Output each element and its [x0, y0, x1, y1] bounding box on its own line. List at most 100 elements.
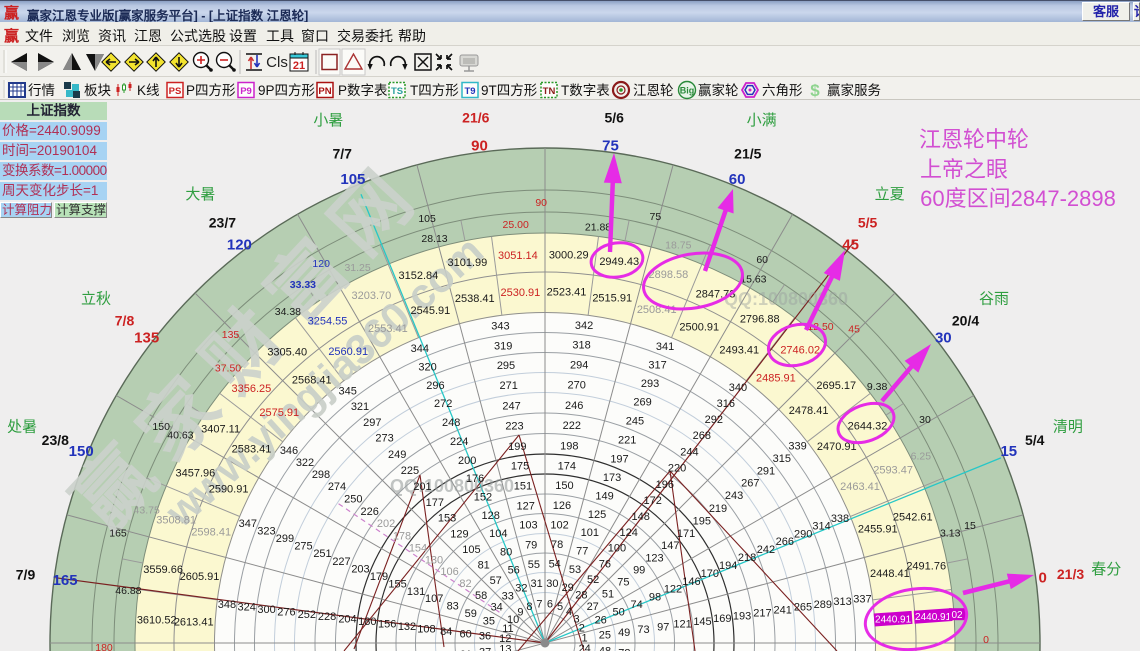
- svg-text:P数字表: P数字表: [338, 83, 388, 98]
- svg-text:26: 26: [595, 614, 607, 626]
- svg-text:180: 180: [358, 616, 376, 628]
- svg-text:150: 150: [152, 421, 170, 433]
- svg-text:31: 31: [530, 578, 542, 590]
- svg-text:54: 54: [549, 559, 561, 571]
- svg-text:226: 226: [361, 506, 379, 518]
- svg-text:300: 300: [257, 604, 275, 616]
- svg-text:324: 324: [238, 601, 256, 613]
- svg-text:149: 149: [595, 491, 613, 503]
- svg-text:194: 194: [719, 560, 737, 572]
- svg-text:252: 252: [298, 609, 316, 621]
- svg-text:2440.91: 2440.91: [875, 615, 912, 626]
- svg-text:3305.40: 3305.40: [267, 347, 307, 359]
- svg-text:153: 153: [438, 513, 456, 525]
- svg-text:299: 299: [276, 533, 294, 545]
- svg-text:2478.41: 2478.41: [789, 405, 829, 417]
- svg-text:154: 154: [409, 542, 427, 554]
- svg-text:32: 32: [515, 582, 527, 594]
- svg-text:202: 202: [377, 518, 395, 530]
- svg-text:立夏: 立夏: [875, 186, 905, 203]
- svg-text:322: 322: [296, 457, 314, 469]
- svg-text:2898.58: 2898.58: [649, 269, 689, 281]
- svg-text:76: 76: [599, 559, 611, 571]
- svg-text:120: 120: [312, 258, 330, 270]
- svg-text:80: 80: [500, 546, 512, 558]
- svg-text:29: 29: [562, 582, 574, 594]
- svg-text:2575.91: 2575.91: [259, 407, 299, 419]
- svg-text:341: 341: [656, 341, 674, 353]
- svg-text:2515.91: 2515.91: [592, 293, 632, 305]
- svg-text:52: 52: [587, 574, 599, 586]
- svg-text:60: 60: [459, 628, 471, 640]
- svg-text:267: 267: [741, 478, 759, 490]
- svg-text:315: 315: [773, 453, 791, 465]
- svg-text:P四方形: P四方形: [186, 83, 236, 98]
- svg-text:73: 73: [637, 624, 649, 636]
- svg-text:290: 290: [794, 528, 812, 540]
- svg-text:345: 345: [339, 385, 357, 397]
- svg-text:289: 289: [814, 599, 832, 611]
- svg-text:337: 337: [853, 593, 871, 605]
- svg-text:343: 343: [491, 321, 509, 333]
- svg-text:33.33: 33.33: [290, 279, 316, 291]
- svg-text:131: 131: [407, 586, 425, 598]
- svg-text:178: 178: [393, 530, 411, 542]
- svg-text:2523.41: 2523.41: [547, 287, 587, 299]
- svg-text:132: 132: [398, 621, 416, 633]
- svg-text:15: 15: [1000, 443, 1017, 460]
- svg-text:5/5: 5/5: [858, 215, 878, 231]
- svg-text:2746.02: 2746.02: [780, 344, 820, 356]
- svg-text:处暑: 处暑: [7, 418, 37, 435]
- svg-text:15: 15: [964, 520, 976, 532]
- svg-text:大暑: 大暑: [185, 186, 215, 203]
- svg-text:295: 295: [497, 360, 515, 372]
- svg-text:18.75: 18.75: [665, 240, 691, 252]
- svg-text:169: 169: [713, 613, 731, 625]
- svg-text:130: 130: [425, 554, 443, 566]
- svg-text:2695.17: 2695.17: [816, 380, 856, 392]
- svg-text:K线: K线: [137, 83, 160, 98]
- svg-text:83: 83: [447, 601, 459, 613]
- svg-text:121: 121: [673, 619, 691, 631]
- svg-text:193: 193: [733, 610, 751, 622]
- svg-text:294: 294: [570, 360, 588, 372]
- svg-text:2493.41: 2493.41: [719, 345, 759, 357]
- svg-text:3356.25: 3356.25: [232, 383, 272, 395]
- svg-text:7/8: 7/8: [115, 312, 135, 328]
- svg-text:172: 172: [644, 495, 662, 507]
- svg-text:293: 293: [641, 378, 659, 390]
- svg-text:201: 201: [413, 481, 431, 493]
- svg-text:101: 101: [581, 527, 599, 539]
- svg-text:5: 5: [557, 601, 563, 613]
- svg-text:2491.76: 2491.76: [906, 560, 946, 572]
- svg-text:30: 30: [919, 414, 931, 426]
- svg-text:3000.29: 3000.29: [549, 250, 589, 262]
- svg-text:45: 45: [848, 324, 860, 336]
- svg-text:270: 270: [568, 379, 586, 391]
- svg-text:173: 173: [603, 472, 621, 484]
- svg-text:赢家服务: 赢家服务: [827, 82, 881, 98]
- svg-text:152: 152: [474, 492, 492, 504]
- svg-text:100: 100: [608, 543, 626, 555]
- svg-text:266: 266: [776, 536, 794, 548]
- svg-text:274: 274: [328, 481, 346, 493]
- svg-text:126: 126: [553, 500, 571, 512]
- svg-text:3407.11: 3407.11: [201, 423, 240, 435]
- svg-text:129: 129: [450, 529, 468, 541]
- svg-text:34: 34: [491, 602, 503, 614]
- svg-text:176: 176: [466, 473, 484, 485]
- svg-text:151: 151: [514, 481, 532, 493]
- svg-text:276: 276: [277, 606, 295, 618]
- svg-text:200: 200: [458, 455, 476, 467]
- svg-text:145: 145: [693, 616, 711, 628]
- svg-text:江恩轮: 江恩轮: [633, 83, 674, 98]
- svg-text:122: 122: [664, 584, 682, 596]
- svg-text:37.50: 37.50: [215, 363, 241, 375]
- svg-text:340: 340: [729, 382, 747, 394]
- svg-text:7/7: 7/7: [332, 145, 352, 161]
- svg-text:4: 4: [566, 606, 572, 618]
- svg-text:344: 344: [411, 343, 429, 355]
- svg-text:135: 135: [134, 329, 159, 346]
- svg-text:春分: 春分: [1091, 561, 1121, 578]
- svg-text:225: 225: [401, 465, 419, 477]
